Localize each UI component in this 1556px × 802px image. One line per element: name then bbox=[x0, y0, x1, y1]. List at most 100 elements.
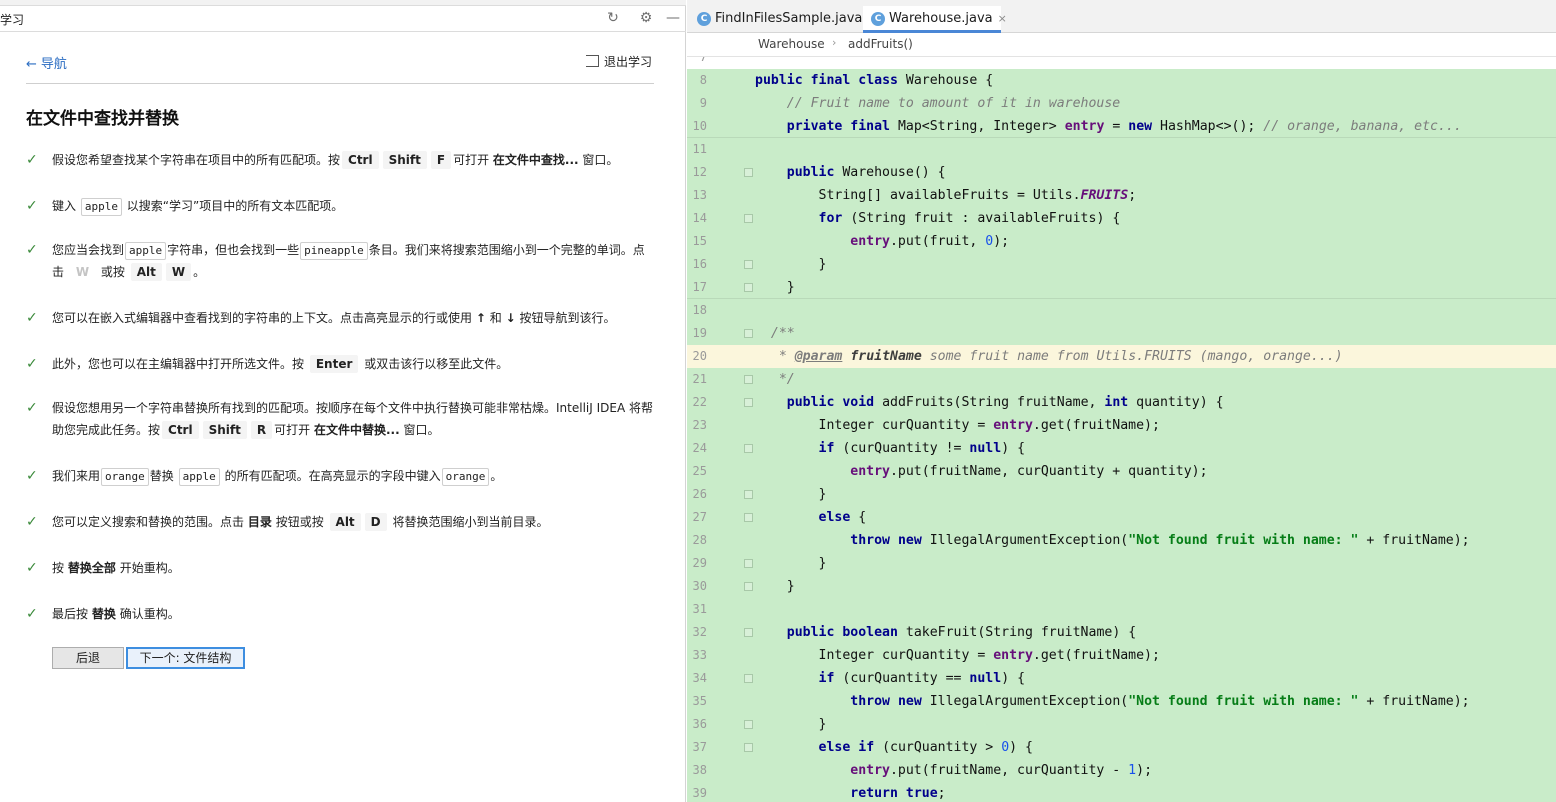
gear-icon[interactable]: ⚙ bbox=[637, 9, 655, 27]
inline-code: orange bbox=[101, 468, 149, 486]
java-class-icon: C bbox=[697, 12, 711, 26]
check-icon: ✓ bbox=[26, 468, 38, 484]
inline-code: pineapple bbox=[300, 242, 368, 260]
step-text: 可打开 bbox=[274, 423, 311, 437]
exit-learning-button[interactable]: 退出学习 bbox=[586, 53, 652, 70]
kbd: Ctrl bbox=[342, 151, 379, 169]
tab-findinfilessample[interactable]: CFindInFilesSample.java× bbox=[689, 6, 877, 33]
close-icon[interactable]: × bbox=[998, 12, 1007, 25]
fold-marker-icon[interactable] bbox=[744, 559, 753, 568]
inline-code: apple bbox=[80, 198, 122, 216]
code-text: } bbox=[818, 257, 827, 272]
fold-marker-icon[interactable] bbox=[744, 720, 753, 729]
step-text: 此外，您也可以在主编辑器中打开所选文件。按 bbox=[52, 357, 305, 371]
line-number: 18 bbox=[692, 303, 707, 317]
breadcrumb-method[interactable]: addFruits() bbox=[848, 37, 913, 51]
code-text: throw new IllegalArgumentException("Not … bbox=[850, 533, 1470, 548]
action-name: 在文件中查找... bbox=[492, 153, 579, 167]
step-text: 可打开 bbox=[453, 153, 490, 167]
kbd: Alt bbox=[130, 263, 162, 281]
fold-marker-icon[interactable] bbox=[744, 283, 753, 292]
fold-marker-icon[interactable] bbox=[744, 329, 753, 338]
code-line: 36 } bbox=[687, 713, 1556, 736]
breadcrumb-class[interactable]: Warehouse bbox=[758, 37, 825, 51]
fold-marker-icon[interactable] bbox=[744, 582, 753, 591]
step-text: 和 bbox=[489, 311, 502, 325]
kbd: Shift bbox=[382, 151, 427, 169]
code-line: 11 bbox=[687, 138, 1556, 161]
line-number: 28 bbox=[692, 533, 707, 547]
fold-marker-icon[interactable] bbox=[744, 398, 753, 407]
step-text: 按钮或按 bbox=[275, 515, 324, 529]
code-text: // Fruit name to amount of it in warehou… bbox=[786, 96, 1121, 111]
fold-marker-icon[interactable] bbox=[744, 674, 753, 683]
line-number: 8 bbox=[699, 73, 707, 87]
fold-marker-icon[interactable] bbox=[744, 490, 753, 499]
code-text: return true; bbox=[850, 786, 946, 801]
code-line: 30 } bbox=[687, 575, 1556, 598]
code-line: 12 public Warehouse() { bbox=[687, 161, 1556, 184]
minimize-icon[interactable]: — bbox=[664, 9, 682, 27]
line-number: 35 bbox=[692, 694, 707, 708]
line-number: 19 bbox=[692, 326, 707, 340]
editor-pane: C FindInFilesSample.java × C Warehouse.java… bbox=[687, 0, 1556, 802]
step-text: 以搜索“学习”项目中的所有文本匹配项。 bbox=[126, 199, 344, 213]
line-number: 26 bbox=[692, 487, 707, 501]
line-number: 25 bbox=[692, 464, 707, 478]
learn-panel: 学习 ↻ ⚙ — ← 导航 退出学习 在文件中查找并替换 ✓ 假设您希望查找某个字… bbox=[0, 0, 686, 802]
fold-marker-icon[interactable] bbox=[744, 743, 753, 752]
code-text: entry.put(fruitName, curQuantity + quant… bbox=[850, 464, 1208, 479]
arrow-down-icon: ↓ bbox=[505, 311, 516, 325]
kbd: Ctrl bbox=[162, 421, 199, 439]
step-text: 窗口。 bbox=[582, 153, 619, 167]
code-editor[interactable]: 7 8 public final class Warehouse { 9 // F… bbox=[687, 57, 1556, 802]
fold-marker-icon[interactable] bbox=[744, 444, 753, 453]
step-4-text: 您可以在嵌入式编辑器中查看找到的字符串的上下文。点击高亮显示的行或使用 ↑ 和 … bbox=[52, 307, 654, 329]
nav-back-link[interactable]: ← 导航 bbox=[26, 53, 67, 72]
line-number: 17 bbox=[692, 280, 707, 294]
inline-code: apple bbox=[125, 242, 167, 260]
tab-warehouse[interactable]: C Warehouse.java × bbox=[863, 6, 1007, 33]
code-text: for (String fruit : availableFruits) { bbox=[818, 211, 1121, 226]
code-text: if (curQuantity == null) { bbox=[818, 671, 1026, 686]
step-text: 开始重构。 bbox=[119, 561, 180, 575]
code-line: 31 bbox=[687, 598, 1556, 621]
step-text: 。 bbox=[193, 265, 206, 279]
next-lesson-button[interactable]: 下一个: 文件结构 bbox=[126, 647, 245, 669]
line-number: 33 bbox=[692, 648, 707, 662]
step-9-text: 按 替换全部 开始重构。 bbox=[52, 557, 654, 579]
fold-marker-icon[interactable] bbox=[744, 375, 753, 384]
back-button[interactable]: 后退 bbox=[52, 647, 124, 669]
step-8-text: 您可以定义搜索和替换的范围。点击 目录 按钮或按 Alt D 将替换范围缩小到当前… bbox=[52, 511, 654, 533]
fold-marker-icon[interactable] bbox=[744, 260, 753, 269]
step-text: 击 bbox=[52, 265, 65, 279]
fold-marker-icon[interactable] bbox=[744, 214, 753, 223]
fold-marker-icon[interactable] bbox=[744, 513, 753, 522]
fold-marker-icon[interactable] bbox=[744, 628, 753, 637]
code-text: /** bbox=[770, 326, 795, 341]
action-name: 在文件中替换... bbox=[313, 423, 400, 437]
action-name: 替换 bbox=[91, 607, 116, 621]
action-name: 目录 bbox=[247, 515, 272, 529]
code-line: 27 else { bbox=[687, 506, 1556, 529]
line-number: 11 bbox=[692, 142, 707, 156]
kbd: R bbox=[250, 421, 273, 439]
kbd: F bbox=[430, 151, 452, 169]
code-line: 15 entry.put(fruit, 0); bbox=[687, 230, 1556, 253]
code-line: 25 entry.put(fruitName, curQuantity + qu… bbox=[687, 460, 1556, 483]
step-text: 您应当会找到 bbox=[52, 243, 125, 257]
code-text: public boolean takeFruit(String fruitNam… bbox=[786, 625, 1137, 640]
restart-icon[interactable]: ↻ bbox=[604, 9, 622, 27]
code-text: else if (curQuantity > 0) { bbox=[818, 740, 1033, 755]
code-text: entry.put(fruitName, curQuantity - 1); bbox=[850, 763, 1153, 778]
code-line: 23 Integer curQuantity = entry.get(fruit… bbox=[687, 414, 1556, 437]
fold-marker-icon[interactable] bbox=[744, 168, 753, 177]
check-icon: ✓ bbox=[26, 560, 38, 576]
step-text: 假设您希望查找某个字符串在项目中的所有匹配项。按 bbox=[52, 153, 341, 167]
code-line: 24 if (curQuantity != null) { bbox=[687, 437, 1556, 460]
code-line: 26 } bbox=[687, 483, 1556, 506]
code-text: */ bbox=[778, 372, 795, 387]
code-text: public final class Warehouse { bbox=[755, 73, 994, 88]
code-line: 28 throw new IllegalArgumentException("N… bbox=[687, 529, 1556, 552]
check-icon: ✓ bbox=[26, 242, 38, 258]
